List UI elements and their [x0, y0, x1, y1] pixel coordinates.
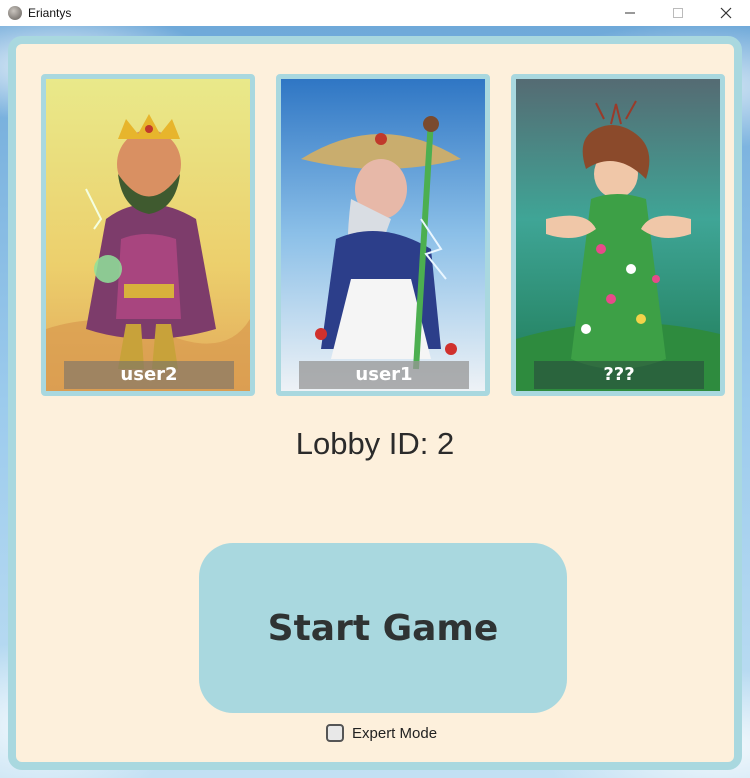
window-titlebar: Eriantys — [0, 0, 750, 26]
close-button[interactable] — [702, 0, 750, 26]
player-name: user2 — [64, 361, 234, 389]
app-icon — [8, 6, 22, 20]
fairy-character-art — [516, 79, 720, 391]
player-name: user1 — [299, 361, 469, 389]
king-character-art — [46, 79, 250, 391]
player-name: ??? — [534, 361, 704, 389]
expert-mode-label: Expert Mode — [352, 724, 438, 742]
start-game-button[interactable]: Start Game — [199, 543, 567, 713]
minimize-icon — [625, 12, 635, 14]
expert-mode-toggle[interactable]: Expert Mode — [326, 724, 437, 742]
minimize-button[interactable] — [606, 0, 654, 26]
sage-character-art — [281, 79, 485, 391]
player-card-1: user2 — [41, 74, 255, 396]
player-card-2: user1 — [276, 74, 490, 396]
expert-mode-checkbox[interactable] — [326, 724, 344, 742]
window-controls — [606, 0, 750, 26]
maximize-button[interactable] — [654, 0, 702, 26]
lobby-id-label: Lobby ID: 2 — [295, 426, 455, 461]
maximize-icon — [673, 8, 683, 18]
player-card-3: ??? — [511, 74, 725, 396]
lobby-panel: user2 user1 ??? Lobby ID: 2 Start Game E… — [8, 36, 742, 770]
close-icon — [720, 7, 732, 19]
window-title: Eriantys — [28, 6, 72, 20]
